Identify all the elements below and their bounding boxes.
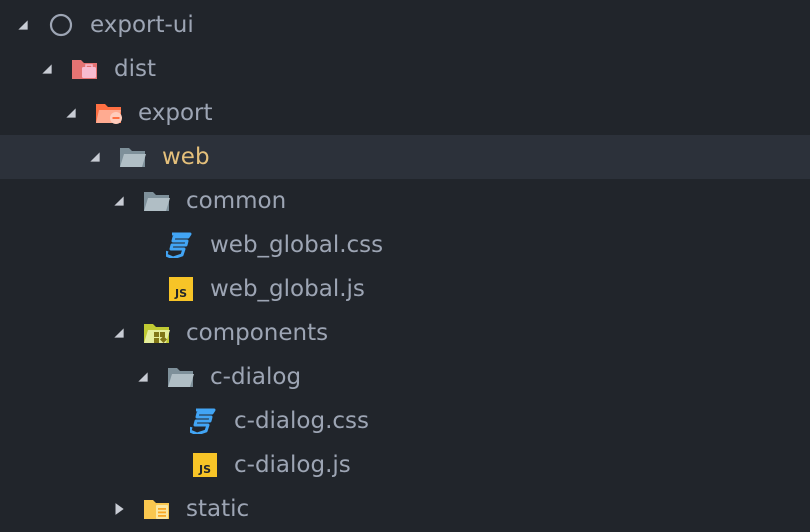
tree-item-common[interactable]: common (0, 179, 810, 223)
folder-dist-icon (72, 60, 97, 79)
collapsed-arrow-icon[interactable] (112, 502, 126, 516)
tree-item-web-global-css[interactable]: web_global.css (0, 223, 810, 267)
tree-item-label: static (186, 496, 250, 522)
folder-components-icon (144, 324, 170, 344)
tree-item-c-dialog-js[interactable]: JS c-dialog.js (0, 443, 810, 487)
js-file-icon: JS (193, 453, 217, 477)
tree-item-label: c-dialog.css (234, 408, 370, 434)
svg-text:JS: JS (174, 287, 187, 300)
expanded-arrow-icon[interactable] (112, 326, 126, 340)
folder-export-icon (96, 104, 122, 124)
folder-open-icon (120, 148, 146, 167)
svg-text:JS: JS (198, 463, 211, 476)
tree-item-c-dialog-css[interactable]: c-dialog.css (0, 399, 810, 443)
tree-item-label: export-ui (90, 12, 194, 38)
expanded-arrow-icon[interactable] (88, 150, 102, 164)
expanded-arrow-icon[interactable] (16, 18, 30, 32)
folder-open-icon (144, 192, 170, 211)
tree-item-label: components (186, 320, 329, 346)
expanded-arrow-icon[interactable] (64, 106, 78, 120)
file-explorer-tree: export-ui dist export web common web_glo… (0, 0, 810, 532)
tree-item-label: common (186, 188, 287, 214)
tree-item-dist[interactable]: dist (0, 47, 810, 91)
folder-static-icon (144, 500, 169, 519)
expanded-arrow-icon[interactable] (112, 194, 126, 208)
tree-item-label: c-dialog.js (234, 452, 351, 478)
expanded-arrow-icon[interactable] (136, 370, 150, 384)
tree-item-export[interactable]: export (0, 91, 810, 135)
tree-item-label: web (162, 144, 210, 170)
tree-item-static[interactable]: static (0, 487, 810, 531)
repo-circle-icon (49, 13, 73, 37)
tree-item-export-ui[interactable]: export-ui (0, 3, 810, 47)
expanded-arrow-icon[interactable] (40, 62, 54, 76)
tree-item-components[interactable]: components (0, 311, 810, 355)
folder-open-icon (168, 368, 194, 387)
tree-item-label: dist (114, 56, 156, 82)
tree-item-label: web_global.js (210, 276, 365, 302)
tree-item-web-global-js[interactable]: JS web_global.js (0, 267, 810, 311)
tree-item-label: export (138, 100, 213, 126)
tree-item-c-dialog[interactable]: c-dialog (0, 355, 810, 399)
css-file-icon (190, 408, 216, 434)
js-file-icon: JS (169, 277, 193, 301)
tree-item-label: web_global.css (210, 232, 384, 258)
css-file-icon (166, 232, 192, 258)
tree-item-web[interactable]: web (0, 135, 810, 179)
tree-item-label: c-dialog (210, 364, 302, 390)
